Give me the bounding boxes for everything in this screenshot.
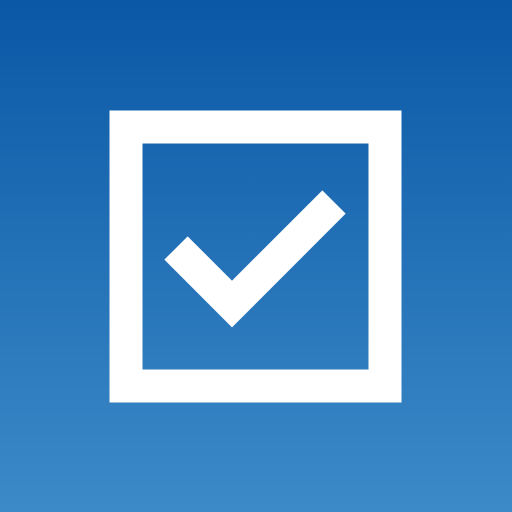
checkbox-checked-icon [0, 0, 512, 512]
checkbox-checked-icon-svg [109, 110, 402, 403]
checkbox-square-outline [109, 110, 402, 403]
app-icon-background [0, 0, 512, 512]
checkmark-icon [164, 190, 346, 328]
